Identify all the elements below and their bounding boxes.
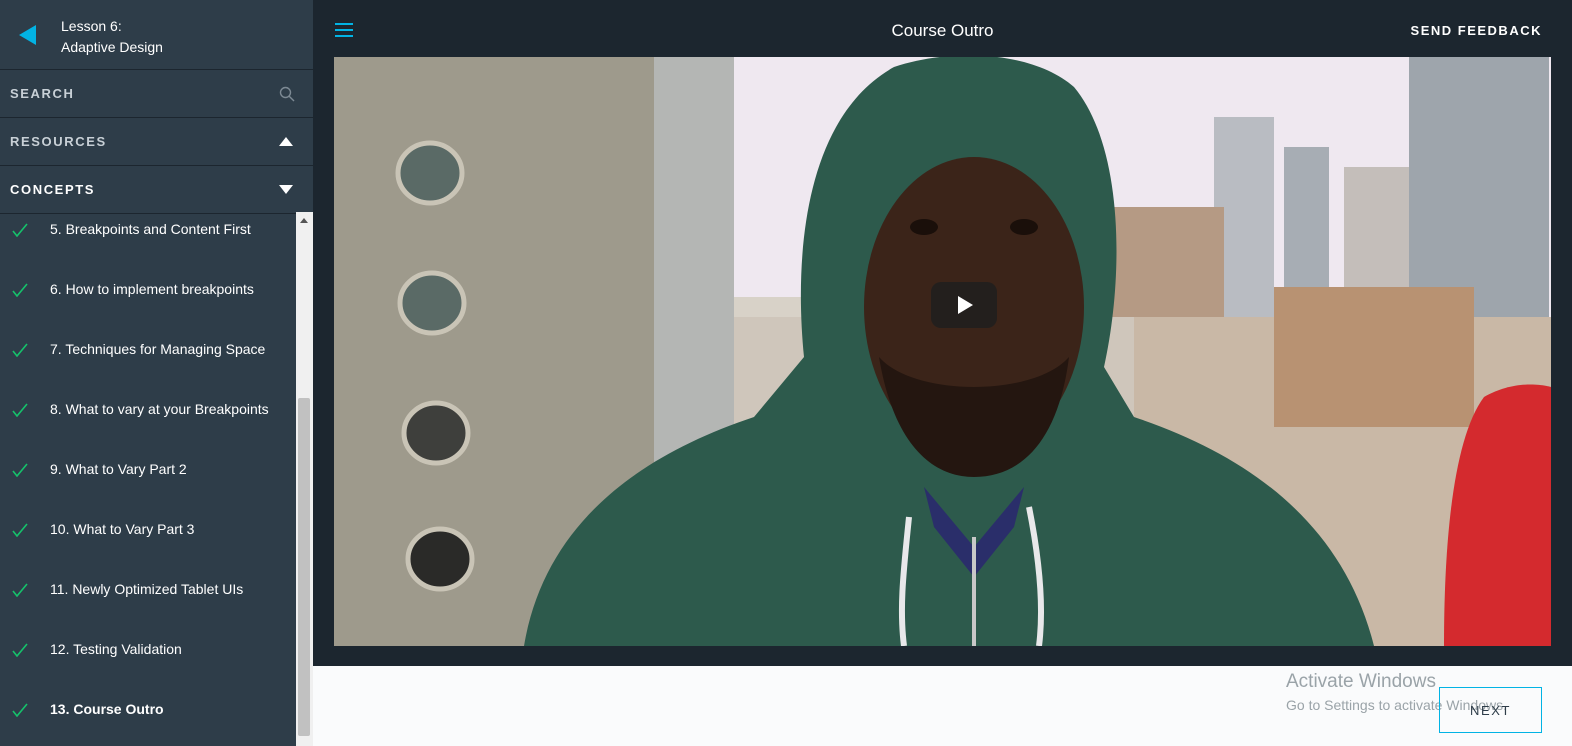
lesson-title: Lesson 6: Adaptive Design (61, 16, 163, 58)
sidebar-scrollbar[interactable] (296, 212, 313, 746)
checkmark-icon (12, 463, 28, 477)
concept-item[interactable]: 6. How to implement breakpoints (0, 281, 296, 343)
checkmark-icon (12, 283, 28, 297)
lesson-header: Lesson 6: Adaptive Design (0, 0, 313, 70)
concepts-label: CONCEPTS (10, 182, 96, 197)
concept-item[interactable]: 7. Techniques for Managing Space (0, 341, 296, 403)
concept-label: 10. What to Vary Part 3 (50, 521, 195, 537)
concept-label: 11. Newly Optimized Tablet UIs (50, 581, 244, 597)
checkmark-icon (12, 703, 28, 717)
sidebar: Lesson 6: Adaptive Design SEARCH RESOURC… (0, 0, 313, 746)
video-player[interactable] (334, 57, 1551, 646)
concept-label: 7. Techniques for Managing Space (50, 341, 266, 357)
lesson-number: Lesson 6: (61, 18, 122, 34)
collapse-up-icon (279, 137, 293, 146)
concept-item[interactable]: 9. What to Vary Part 2 (0, 461, 296, 523)
next-button[interactable]: NEXT (1439, 687, 1542, 733)
scroll-up-arrow-icon[interactable] (300, 218, 308, 223)
footer: Activate Windows Go to Settings to activ… (313, 666, 1572, 746)
lesson-name: Adaptive Design (61, 39, 163, 55)
resources-section[interactable]: RESOURCES (0, 118, 313, 166)
concept-label: 13. Course Outro (50, 701, 164, 717)
checkmark-icon (12, 643, 28, 657)
video-area (313, 57, 1572, 666)
resources-label: RESOURCES (10, 134, 107, 149)
checkmark-icon (12, 583, 28, 597)
search-icon[interactable] (279, 86, 295, 102)
concept-label: 12. Testing Validation (50, 641, 182, 657)
back-arrow-icon[interactable] (19, 25, 36, 45)
concept-item-current[interactable]: 13. Course Outro (0, 701, 296, 746)
concept-list: 5. Breakpoints and Content First 6. How … (0, 212, 296, 746)
checkmark-icon (12, 523, 28, 537)
page-title: Course Outro (891, 21, 994, 40)
expand-down-icon (279, 185, 293, 194)
concept-label: 6. How to implement breakpoints (50, 281, 254, 297)
concept-label: 9. What to Vary Part 2 (50, 461, 187, 477)
scroll-thumb[interactable] (298, 398, 310, 736)
top-bar: Course Outro SEND FEEDBACK (313, 0, 1572, 57)
concept-item[interactable]: 12. Testing Validation (0, 641, 296, 703)
concept-label: 8. What to vary at your Breakpoints (50, 401, 269, 417)
send-feedback-link[interactable]: SEND FEEDBACK (1411, 23, 1542, 38)
checkmark-icon (12, 223, 28, 237)
video-frame (334, 57, 1551, 646)
concept-item[interactable]: 8. What to vary at your Breakpoints (0, 401, 296, 463)
search-row[interactable]: SEARCH (0, 70, 313, 118)
play-button[interactable] (931, 282, 997, 328)
concept-item[interactable]: 11. Newly Optimized Tablet UIs (0, 581, 296, 643)
concepts-section[interactable]: CONCEPTS (0, 166, 313, 214)
concept-item[interactable]: 5. Breakpoints and Content First (0, 221, 296, 283)
checkmark-icon (12, 343, 28, 357)
search-label: SEARCH (10, 86, 75, 101)
checkmark-icon (12, 403, 28, 417)
concept-label: 5. Breakpoints and Content First (50, 221, 251, 237)
concept-item[interactable]: 10. What to Vary Part 3 (0, 521, 296, 583)
